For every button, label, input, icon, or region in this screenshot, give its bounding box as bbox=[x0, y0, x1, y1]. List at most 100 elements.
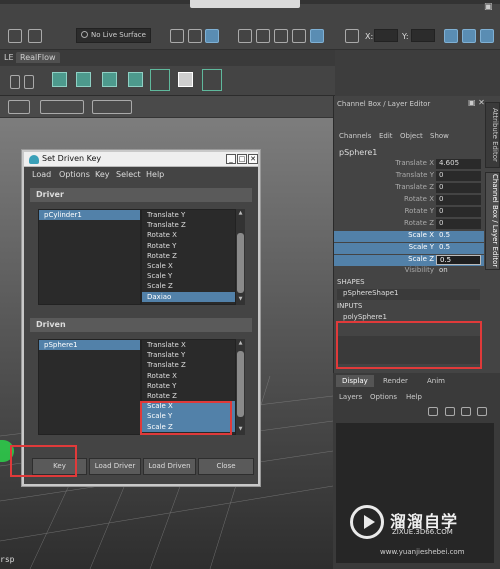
dialog-titlebar[interactable]: Set Driven Key _ □ ✕ bbox=[24, 152, 258, 167]
channel-row[interactable]: Translate Z0 bbox=[334, 183, 484, 194]
maximize-button[interactable]: □ bbox=[237, 154, 247, 164]
poly-bridge-icon[interactable] bbox=[150, 69, 170, 91]
shelf-menu-icon[interactable] bbox=[10, 75, 20, 89]
viewport-camera-label: rsp bbox=[0, 555, 15, 564]
list-item[interactable]: Rotate Z bbox=[142, 251, 235, 261]
tab-attribute-editor[interactable]: Attribute Editor bbox=[485, 102, 500, 168]
poly-split-icon[interactable] bbox=[176, 69, 196, 91]
construction-history-icon[interactable] bbox=[188, 29, 202, 43]
menu-key[interactable]: Key bbox=[95, 170, 110, 179]
list-item[interactable]: Translate Y bbox=[142, 350, 235, 360]
load-driver-button[interactable]: Load Driver bbox=[89, 458, 141, 475]
outliner-layout-icon[interactable] bbox=[444, 29, 458, 43]
snap-together-icon[interactable] bbox=[8, 29, 22, 43]
driver-scrollbar[interactable]: ▲ ▼ bbox=[236, 209, 245, 305]
menu-layers[interactable]: Layers bbox=[339, 393, 362, 401]
list-item[interactable]: Rotate Y bbox=[142, 381, 235, 391]
close-icon[interactable]: ✕ bbox=[248, 154, 258, 164]
render-frame-icon[interactable] bbox=[238, 29, 252, 43]
channel-box-object-name[interactable]: pSphere1 bbox=[339, 148, 377, 157]
render-view-icon[interactable] bbox=[205, 29, 219, 43]
list-item[interactable]: Translate Y bbox=[142, 210, 235, 220]
channel-box-layout-icon[interactable] bbox=[480, 29, 494, 43]
channel-row[interactable]: Rotate Z0 bbox=[334, 219, 484, 230]
list-item[interactable]: Rotate Y bbox=[142, 241, 235, 251]
render-settings-icon[interactable] bbox=[274, 29, 288, 43]
x-field[interactable] bbox=[374, 29, 398, 42]
menu-show[interactable]: Show bbox=[430, 132, 449, 140]
list-item[interactable]: Rotate X bbox=[142, 371, 235, 381]
list-item[interactable]: pSphere1 bbox=[39, 340, 140, 351]
poly-combine-icon[interactable] bbox=[126, 69, 146, 91]
list-item[interactable]: Rotate X bbox=[142, 230, 235, 240]
poly-merge-icon[interactable] bbox=[202, 69, 222, 91]
y-field[interactable] bbox=[411, 29, 435, 42]
scroll-down-icon[interactable]: ▼ bbox=[237, 426, 244, 432]
channel-row[interactable]: Translate Y0 bbox=[334, 171, 484, 182]
list-item[interactable]: pCylinder1 bbox=[39, 210, 140, 221]
new-layer-icon[interactable] bbox=[428, 407, 438, 416]
new-layer-selected-icon[interactable] bbox=[445, 407, 455, 416]
shape-node[interactable]: pSphereShape1 bbox=[337, 289, 480, 300]
menu-options[interactable]: Options bbox=[370, 393, 397, 401]
list-item[interactable]: Translate Z bbox=[142, 220, 235, 230]
channel-row-selected[interactable]: Scale X 0.5 bbox=[334, 231, 484, 242]
menu-object[interactable]: Object bbox=[400, 132, 423, 140]
ipr-render-icon[interactable] bbox=[256, 29, 270, 43]
scroll-up-icon[interactable]: ▲ bbox=[237, 340, 244, 346]
tab-render[interactable]: Render bbox=[377, 375, 414, 387]
driven-scrollbar[interactable]: ▲ ▼ bbox=[236, 339, 245, 435]
menu-help[interactable]: Help bbox=[406, 393, 422, 401]
menu-edit[interactable]: Edit bbox=[379, 132, 393, 140]
poly-cube-icon[interactable] bbox=[50, 69, 70, 91]
minimize-button[interactable]: _ bbox=[226, 154, 236, 164]
move-layer-down-icon[interactable] bbox=[477, 407, 487, 416]
tab-anim[interactable]: Anim bbox=[421, 375, 451, 387]
menu-channels[interactable]: Channels bbox=[339, 132, 371, 140]
channel-row[interactable]: Visibility on bbox=[334, 266, 484, 277]
window-menu-icon[interactable]: ▣ bbox=[484, 2, 493, 12]
menu-load[interactable]: Load bbox=[32, 170, 51, 179]
render-globals-icon[interactable] bbox=[310, 29, 324, 43]
transform-mode-icon[interactable] bbox=[345, 29, 359, 43]
list-item[interactable]: Translate Z bbox=[142, 360, 235, 370]
load-driven-button[interactable]: Load Driven bbox=[143, 458, 196, 475]
live-surface-field[interactable]: No Live Surface bbox=[76, 28, 151, 43]
close-button[interactable]: Close bbox=[198, 458, 254, 475]
shelf-tabs: LE RealFlow bbox=[0, 50, 335, 66]
channel-row[interactable]: Rotate Y0 bbox=[334, 207, 484, 218]
input-output-icon[interactable] bbox=[170, 29, 184, 43]
driven-object-list[interactable]: pSphere1 bbox=[38, 339, 141, 435]
list-item[interactable]: Scale Z bbox=[142, 281, 235, 291]
panel-window-buttons[interactable]: ▣ ✕ bbox=[468, 98, 485, 107]
list-item[interactable]: Translate X bbox=[142, 340, 235, 350]
menu-highlight bbox=[190, 0, 300, 8]
hypershade-icon[interactable] bbox=[292, 29, 306, 43]
list-item[interactable]: Scale Y bbox=[142, 271, 235, 281]
list-item[interactable]: Scale X bbox=[142, 261, 235, 271]
scroll-up-icon[interactable]: ▲ bbox=[237, 210, 244, 216]
tab-realflow[interactable]: RealFlow bbox=[16, 52, 60, 63]
channel-row[interactable]: Translate X 4.605 bbox=[334, 159, 484, 170]
tab-channel-box[interactable]: Channel Box / Layer Editor bbox=[485, 172, 500, 270]
poly-bevel-icon[interactable] bbox=[100, 69, 120, 91]
list-item[interactable]: Rotate Z bbox=[142, 391, 235, 401]
driver-object-list[interactable]: pCylinder1 bbox=[38, 209, 141, 305]
menu-options[interactable]: Options bbox=[59, 170, 90, 179]
snap-point-icon[interactable] bbox=[28, 29, 42, 43]
channel-row-selected[interactable]: Scale Z 0.5 bbox=[334, 255, 484, 266]
poly-extrude-icon[interactable] bbox=[74, 69, 94, 91]
shelf-options-icon[interactable] bbox=[24, 75, 34, 89]
list-item-selected[interactable]: Daxiao bbox=[142, 291, 235, 302]
channel-row[interactable]: Rotate X0 bbox=[334, 195, 484, 206]
move-layer-up-icon[interactable] bbox=[461, 407, 471, 416]
menu-help[interactable]: Help bbox=[146, 170, 164, 179]
channel-row-selected[interactable]: Scale Y 0.5 bbox=[334, 243, 484, 254]
tab-le[interactable]: LE bbox=[0, 52, 18, 63]
scroll-down-icon[interactable]: ▼ bbox=[237, 296, 244, 302]
driver-attribute-list[interactable]: Translate Y Translate Z Rotate X Rotate … bbox=[141, 209, 236, 305]
tab-display[interactable]: Display bbox=[336, 375, 374, 387]
status-toolbar: No Live Surface X: Y: bbox=[0, 22, 500, 50]
menu-select[interactable]: Select bbox=[116, 170, 141, 179]
persp-layout-icon[interactable] bbox=[462, 29, 476, 43]
